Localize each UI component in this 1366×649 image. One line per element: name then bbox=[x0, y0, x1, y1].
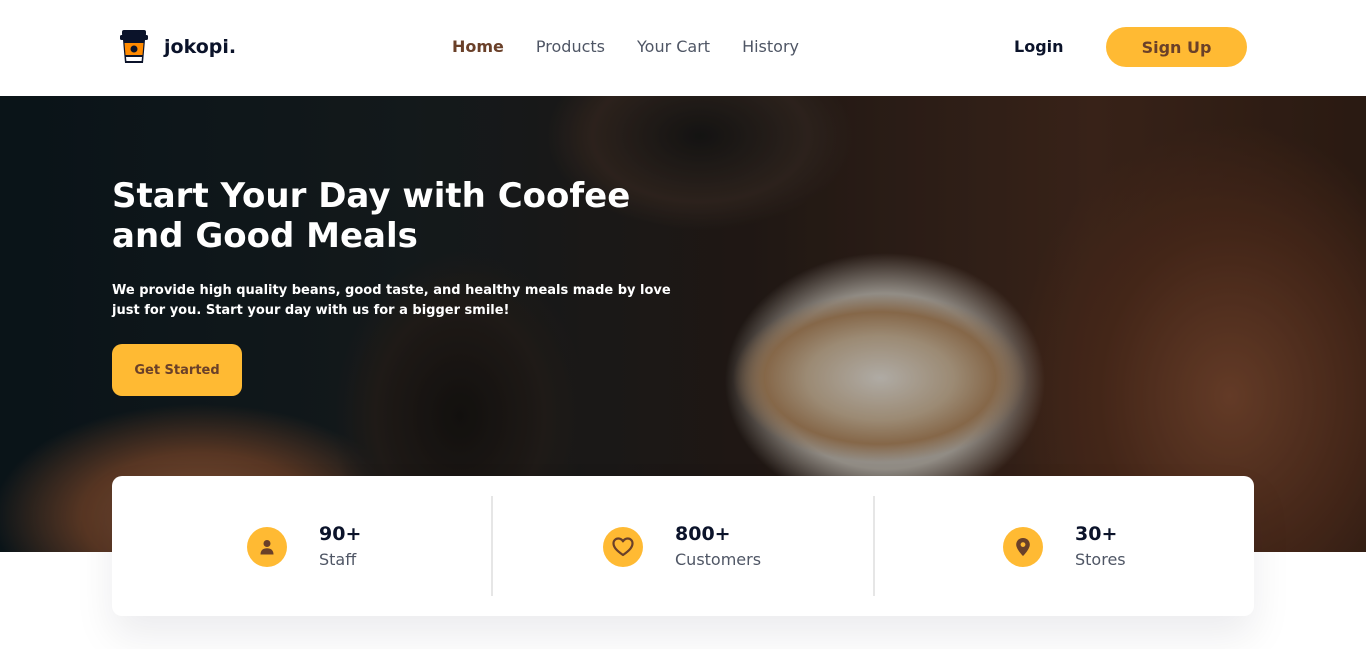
nav-your-cart[interactable]: Your Cart bbox=[637, 37, 710, 56]
stat-value: 90+ bbox=[319, 523, 362, 545]
nav-home[interactable]: Home bbox=[452, 37, 504, 56]
location-pin-icon bbox=[1003, 527, 1043, 567]
stats-card: 90+ Staff 800+ Customers 30+ Stores bbox=[112, 476, 1254, 616]
stats-divider bbox=[491, 496, 493, 596]
stat-label: Customers bbox=[675, 550, 762, 569]
stat-label: Stores bbox=[1075, 550, 1126, 569]
stat-stores: 30+ Stores bbox=[1003, 522, 1126, 572]
site-header: jokopi. Home Products Your Cart History … bbox=[0, 0, 1366, 96]
nav-history[interactable]: History bbox=[742, 37, 799, 56]
heart-icon bbox=[603, 527, 643, 567]
hero-description: We provide high quality beans, good tast… bbox=[112, 283, 671, 318]
coffee-cup-icon bbox=[120, 30, 148, 63]
hero-title: Start Your Day with Coofee and Good Meal… bbox=[112, 176, 631, 256]
nav-products[interactable]: Products bbox=[536, 37, 605, 56]
main-nav: Home Products Your Cart History bbox=[452, 37, 799, 56]
stat-customers: 800+ Customers bbox=[603, 522, 761, 572]
stat-label: Staff bbox=[319, 550, 357, 569]
stat-value: 800+ bbox=[675, 523, 731, 545]
brand-name: jokopi. bbox=[164, 36, 237, 58]
get-started-button[interactable]: Get Started bbox=[112, 344, 242, 396]
login-link[interactable]: Login bbox=[1014, 37, 1064, 56]
stat-staff: 90+ Staff bbox=[247, 522, 361, 572]
brand-logo[interactable]: jokopi. bbox=[120, 30, 236, 64]
stat-value: 30+ bbox=[1075, 523, 1118, 545]
stats-divider bbox=[873, 496, 875, 596]
person-icon bbox=[247, 527, 287, 567]
signup-button[interactable]: Sign Up bbox=[1106, 27, 1247, 67]
